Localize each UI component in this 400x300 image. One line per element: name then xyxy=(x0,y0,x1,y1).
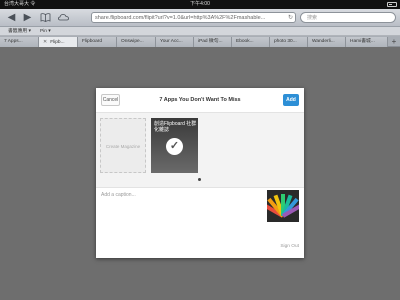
search-placeholder: 搜索 xyxy=(307,15,318,21)
tab-label: Wanderli... xyxy=(312,39,335,44)
modal-title: 7 Apps You Don't Want To Miss xyxy=(159,97,241,103)
url-field[interactable]: share.flipboard.com/flipit?url?v=1.0&url… xyxy=(91,12,296,23)
bookmark-item-apps[interactable]: 書籤應用 ▾ xyxy=(8,27,31,36)
close-tab-icon[interactable]: ✕ xyxy=(43,39,47,45)
caption-field[interactable]: Add a caption... xyxy=(101,192,136,198)
url-text: share.flipboard.com/flipit?url?v=1.0&url… xyxy=(95,15,266,21)
bookmarks-bar: 書籤應用 ▾ Pin ▾ xyxy=(0,27,400,36)
tab-2-active[interactable]: ✕ Flipb... xyxy=(39,37,78,47)
tab-label: Flipboard xyxy=(82,39,102,44)
sign-out-link[interactable]: Sign Out xyxy=(280,244,299,249)
tab-label: Ebook... xyxy=(236,39,254,44)
share-icon[interactable] xyxy=(58,12,69,23)
checkmark-icon: ✓ xyxy=(166,138,183,155)
tab-6[interactable]: iPad 微句... xyxy=(194,37,232,47)
reload-icon[interactable]: ↻ xyxy=(288,13,293,22)
tab-label: Your Acc... xyxy=(160,39,183,44)
magazine-picker: Create Magazine 創造Flipboard 社群化雜誌 ✓ xyxy=(96,113,304,188)
search-input[interactable]: 搜索 xyxy=(300,12,396,23)
add-button[interactable]: Add xyxy=(283,94,299,106)
tab-8[interactable]: photo 30... xyxy=(270,37,308,47)
tab-5[interactable]: Your Acc... xyxy=(156,37,194,47)
article-thumbnail xyxy=(267,190,299,222)
tab-4[interactable]: Onswipe... xyxy=(117,37,156,47)
status-bar: 台湾大哥大 令 下午4:00 xyxy=(0,0,400,9)
back-icon[interactable]: ◀ xyxy=(6,12,17,23)
tab-label: 7 Apps... xyxy=(4,39,23,44)
bookmarks-icon[interactable] xyxy=(40,12,51,23)
cancel-button[interactable]: Cancel xyxy=(101,94,120,106)
clock: 下午4:00 xyxy=(190,1,210,7)
tab-label: photo 30... xyxy=(274,39,297,44)
tab-10[interactable]: Hami書城... xyxy=(346,37,388,47)
tab-label: Hami書城... xyxy=(350,39,375,44)
magazine-tile-selected[interactable]: 創造Flipboard 社群化雜誌 ✓ xyxy=(151,118,198,173)
modal-header: Cancel 7 Apps You Don't Want To Miss Add xyxy=(96,88,304,113)
tab-label: Flipb... xyxy=(50,40,65,45)
new-tab-button[interactable]: + xyxy=(388,37,400,47)
bookmark-item-pin[interactable]: Pin ▾ xyxy=(40,27,51,36)
flip-modal: Cancel 7 Apps You Don't Want To Miss Add… xyxy=(96,88,304,258)
battery-icon xyxy=(387,2,397,7)
forward-icon[interactable]: ▶ xyxy=(22,12,33,23)
tab-7[interactable]: Ebook... xyxy=(232,37,270,47)
tab-1[interactable]: 7 Apps... xyxy=(0,37,39,47)
tab-3[interactable]: Flipboard xyxy=(78,37,117,47)
tab-9[interactable]: Wanderli... xyxy=(308,37,346,47)
tab-label: iPad 微句... xyxy=(198,39,223,44)
tab-bar: 7 Apps... ✕ Flipb... Flipboard Onswipe...… xyxy=(0,36,400,47)
magazine-title: 創造Flipboard 社群化雜誌 xyxy=(154,121,197,133)
tab-label: Onswipe... xyxy=(121,39,144,44)
browser-toolbar: ◀ ▶ share.flipboard.com/flipit?url?v=1.0… xyxy=(0,9,400,27)
page-indicator xyxy=(198,178,201,181)
create-magazine-tile[interactable]: Create Magazine xyxy=(100,118,146,173)
